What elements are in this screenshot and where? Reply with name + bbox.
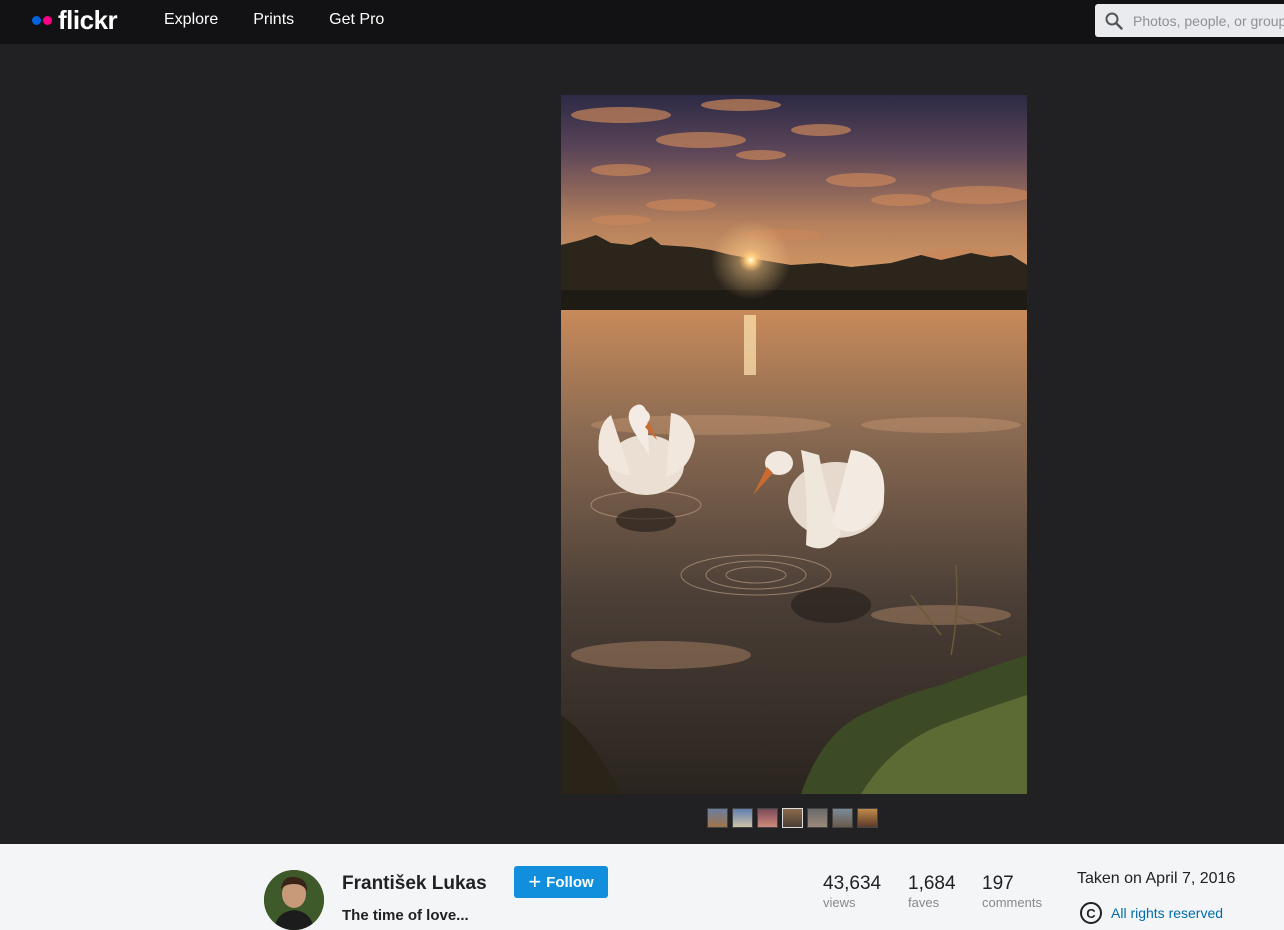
filmstrip-thumbnail[interactable] <box>857 808 878 828</box>
comments-stat: 197 comments <box>982 873 1042 910</box>
license-text[interactable]: All rights reserved <box>1111 905 1223 921</box>
follow-button[interactable]: + Follow <box>514 866 608 898</box>
comments-label: comments <box>982 895 1042 910</box>
nav-prints[interactable]: Prints <box>253 11 294 29</box>
nav-explore[interactable]: Explore <box>164 11 218 29</box>
views-stat: 43,634 views <box>823 873 881 910</box>
follow-label: Follow <box>546 873 594 891</box>
filmstrip-thumbnail[interactable] <box>807 808 828 828</box>
faves-label: faves <box>908 895 940 910</box>
views-label: views <box>823 895 856 910</box>
nav-get-pro[interactable]: Get Pro <box>329 11 384 29</box>
filmstrip-thumbnail[interactable] <box>707 808 728 828</box>
main-photo[interactable] <box>561 95 1027 794</box>
photostream-filmstrip <box>707 808 882 828</box>
top-navigation-bar: flickr Explore Prints Get Pro <box>0 0 1284 44</box>
search-input[interactable] <box>1133 12 1284 29</box>
faves-count: 1,684 <box>908 873 956 894</box>
filmstrip-thumbnail[interactable] <box>832 808 853 828</box>
main-nav: Explore Prints Get Pro <box>164 0 419 40</box>
flickr-logo[interactable]: flickr <box>32 5 118 35</box>
filmstrip-thumbnail[interactable] <box>732 808 753 828</box>
photo-info-bar: František Lukas The time of love... + Fo… <box>0 844 1284 930</box>
license-link[interactable]: C All rights reserved <box>1080 902 1223 924</box>
views-count: 43,634 <box>823 873 882 894</box>
filmstrip-thumbnail-current[interactable] <box>782 808 803 828</box>
search-box[interactable] <box>1095 4 1284 37</box>
comments-count: 197 <box>982 873 1014 894</box>
copyright-icon: C <box>1080 902 1102 924</box>
faves-stat: 1,684 faves <box>908 873 956 910</box>
plus-icon: + <box>528 869 542 894</box>
owner-avatar[interactable] <box>264 870 324 930</box>
photo-title: The time of love... <box>342 907 469 924</box>
owner-name[interactable]: František Lukas <box>342 873 487 895</box>
search-icon[interactable] <box>1105 12 1123 30</box>
swans-sunset-photo <box>561 95 1027 794</box>
logo-blue-dot <box>32 15 41 25</box>
filmstrip-thumbnail[interactable] <box>757 808 778 828</box>
logo-pink-dot <box>43 15 52 25</box>
taken-date: Taken on April 7, 2016 <box>1077 870 1236 887</box>
logo-wordmark: flickr <box>58 5 118 35</box>
avatar-image <box>264 870 324 930</box>
